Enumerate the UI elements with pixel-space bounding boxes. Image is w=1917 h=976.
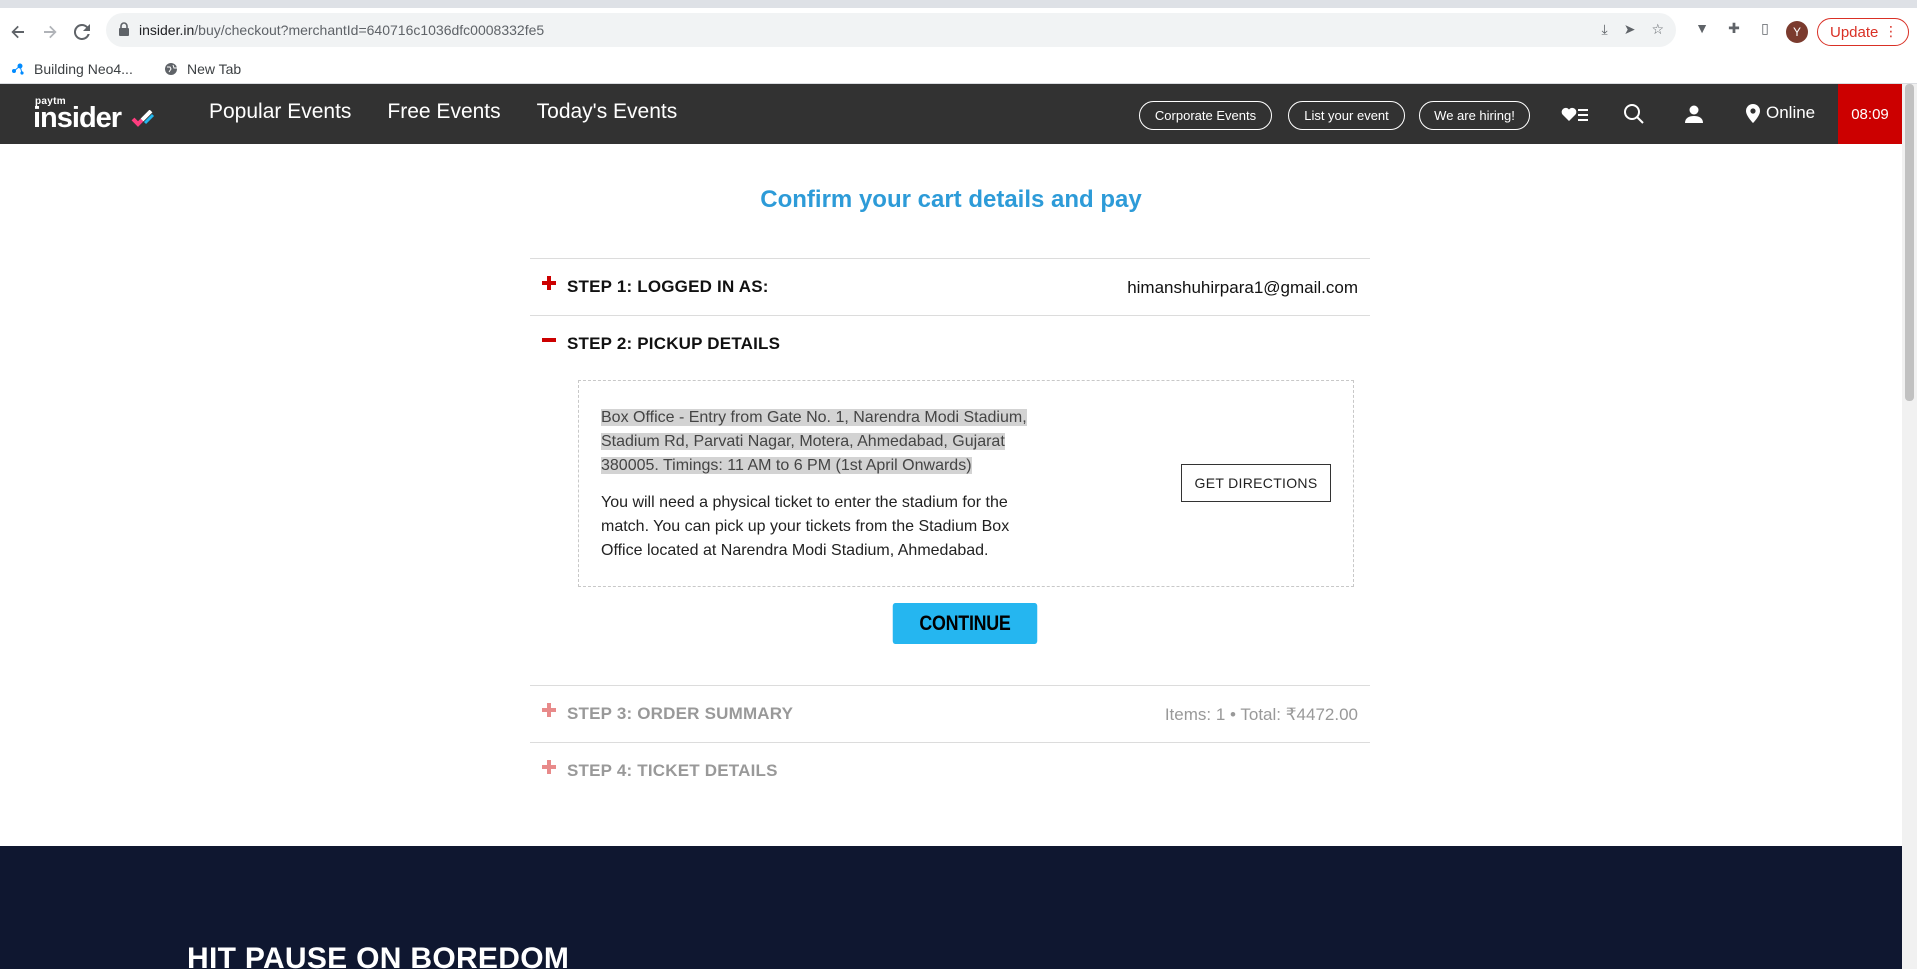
expand-plus-icon (542, 703, 556, 717)
bookmark-label: Building Neo4... (34, 61, 133, 77)
site-footer: HIT PAUSE ON BOREDOM (0, 846, 1902, 975)
lock-icon (118, 22, 132, 38)
step-3-order-summary[interactable]: STEP 3: ORDER SUMMARY Items: 1 • Total: … (530, 685, 1370, 742)
nav-popular-events[interactable]: Popular Events (209, 100, 351, 124)
expand-plus-icon (542, 276, 556, 290)
scrollbar-thumb[interactable] (1905, 84, 1914, 401)
expand-plus-icon (542, 760, 556, 774)
list-your-event-button[interactable]: List your event (1288, 101, 1405, 130)
step-1-label: STEP 1: LOGGED IN AS: (567, 277, 769, 296)
forward-icon[interactable] (36, 18, 64, 46)
user-account-icon[interactable] (1680, 101, 1708, 127)
bookmark-item[interactable]: Building Neo4... (10, 61, 133, 77)
page-scrollbar[interactable] (1902, 84, 1917, 969)
paytm-insider-logo[interactable]: paytm insider (33, 96, 158, 134)
page-title: Confirm your cart details and pay (760, 186, 1142, 213)
address-bar[interactable]: insider.in/buy/checkout?merchantId=64071… (106, 13, 1676, 47)
browser-tab-strip (0, 0, 1917, 8)
install-icon[interactable]: ⤓ (1602, 21, 1608, 38)
address-bar-actions: ⤓ ➤ ☆ (1602, 21, 1665, 38)
logged-in-email: himanshuhirpara1@gmail.com (1127, 278, 1358, 297)
checkout-timer: 08:09 (1838, 84, 1902, 144)
logo-mark-icon (131, 110, 155, 127)
bookmarks-bar: Building Neo4... New Tab (0, 55, 1917, 84)
extensions-puzzle-icon[interactable]: ✚ (1724, 18, 1744, 38)
url-text: insider.in/buy/checkout?merchantId=64071… (139, 22, 545, 38)
step-2-pickup-details[interactable]: STEP 2: PICKUP DETAILS (530, 315, 1370, 372)
bookmark-label: New Tab (187, 61, 242, 77)
collapse-minus-icon (542, 338, 556, 342)
favorites-list-icon[interactable] (1561, 101, 1589, 127)
corporate-events-button[interactable]: Corporate Events (1139, 101, 1272, 130)
reload-icon[interactable] (68, 18, 96, 46)
bookmark-star-icon[interactable]: ☆ (1651, 21, 1664, 38)
step-4-ticket-details[interactable]: STEP 4: TICKET DETAILS (530, 742, 1370, 799)
we-are-hiring-button[interactable]: We are hiring! (1419, 101, 1530, 130)
step-4-label: STEP 4: TICKET DETAILS (567, 761, 778, 780)
share-icon[interactable]: ➤ (1624, 21, 1636, 38)
neo4j-icon (10, 61, 26, 77)
side-panel-icon[interactable]: ▯ (1755, 18, 1775, 38)
logo-insider-text: insider (33, 102, 122, 134)
nav-free-events[interactable]: Free Events (387, 100, 500, 124)
pickup-details-box: Box Office - Entry from Gate No. 1, Nare… (578, 380, 1354, 587)
nav-todays-events[interactable]: Today's Events (537, 100, 678, 124)
browser-toolbar: insider.in/buy/checkout?merchantId=64071… (0, 8, 1917, 55)
back-icon[interactable] (4, 18, 32, 46)
step-1-logged-in[interactable]: STEP 1: LOGGED IN AS: himanshuhirpara1@g… (530, 258, 1370, 315)
extension-v-icon[interactable]: ▼ (1692, 18, 1712, 38)
site-header: paytm insider Popular Events Free Events… (0, 84, 1902, 144)
continue-button[interactable]: CONTINUE (892, 603, 1038, 644)
get-directions-button[interactable]: GET DIRECTIONS (1181, 464, 1331, 502)
more-menu-icon: ⋮ (1884, 23, 1898, 39)
step-2-label: STEP 2: PICKUP DETAILS (567, 334, 781, 353)
step-3-label: STEP 3: ORDER SUMMARY (567, 704, 794, 723)
globe-icon (163, 61, 179, 77)
main-nav: Popular Events Free Events Today's Event… (209, 100, 677, 124)
update-label: Update (1830, 23, 1879, 41)
pickup-address-text: Box Office - Entry from Gate No. 1, Nare… (601, 409, 1027, 474)
search-icon[interactable] (1620, 101, 1648, 127)
profile-avatar[interactable]: Y (1786, 21, 1808, 43)
location-label: Online (1766, 103, 1816, 122)
footer-title: HIT PAUSE ON BOREDOM (187, 942, 570, 975)
pickup-note: You will need a physical ticket to enter… (601, 494, 1010, 559)
bookmark-item[interactable]: New Tab (163, 61, 241, 77)
location-selector[interactable]: Online (1746, 103, 1815, 123)
pickup-address: Box Office - Entry from Gate No. 1, Nare… (601, 406, 1057, 478)
update-button[interactable]: Update ⋮ (1817, 18, 1909, 46)
location-pin-icon (1746, 103, 1760, 123)
order-summary-total: Items: 1 • Total: ₹4472.00 (1164, 705, 1358, 724)
